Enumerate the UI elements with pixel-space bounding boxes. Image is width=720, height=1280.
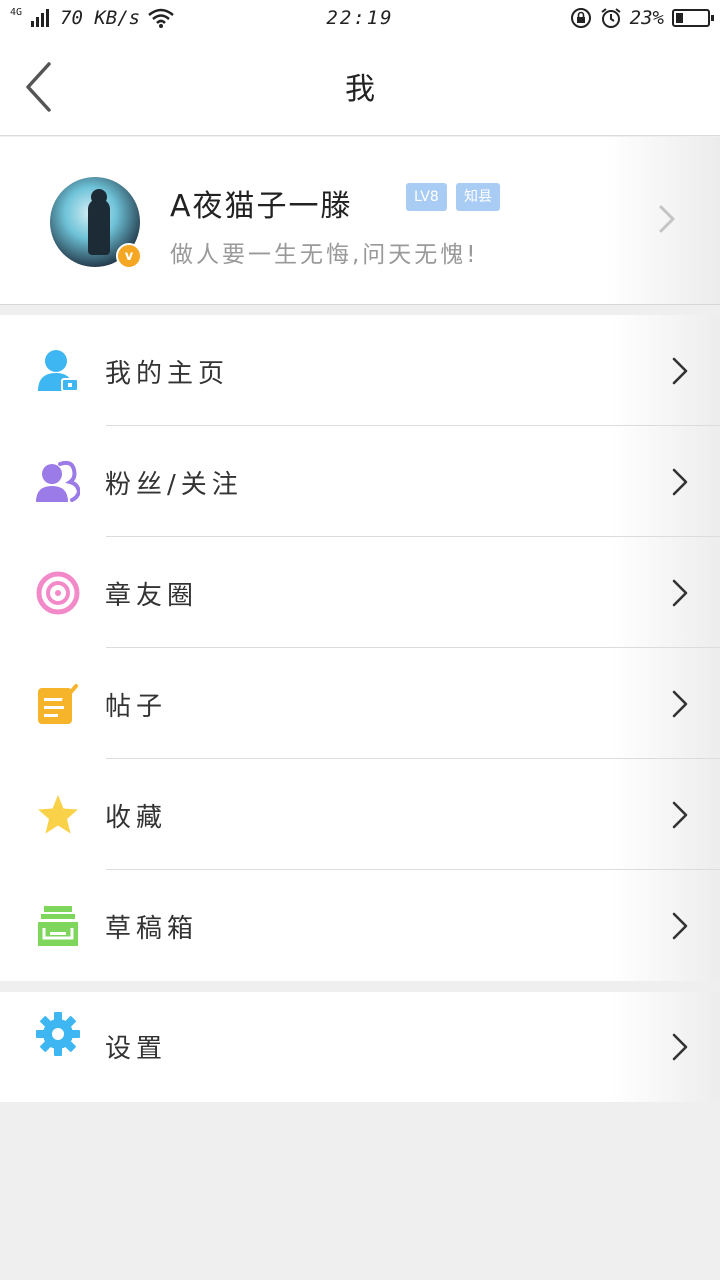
rank-badge: 知县 [456,183,500,211]
menu-item-drafts[interactable]: 草稿箱 [0,870,720,981]
chevron-right-icon [672,1033,688,1061]
settings-group: 设置 [0,992,720,1102]
menu-item-posts[interactable]: 帖子 [0,648,720,759]
menu-item-label: 草稿箱 [105,914,199,944]
chevron-right-icon [672,468,688,496]
chevron-right-icon [672,357,688,385]
gear-icon [36,1012,80,1056]
menu-item-label: 收藏 [105,803,168,833]
star-icon [38,795,78,834]
network-speed: 70 KB/s [60,7,141,29]
menu-item-label: 章友圈 [105,581,199,611]
menu-item-label: 设置 [105,1034,168,1064]
username: A夜猫子一滕 [170,189,353,224]
profile-icon [38,350,79,392]
status-bar: 4G 70 KB/s 22:19 23% [0,0,720,36]
menu-item-settings[interactable]: 设置 [0,992,720,1103]
nav-bar: 我 [0,36,720,136]
battery-percent: 23% [629,7,664,29]
signature: 做人要一生无悔,问天无愧! [170,242,479,268]
back-button[interactable] [18,60,58,114]
wifi-icon [148,8,174,28]
chevron-right-icon [672,579,688,607]
menu-item-homepage[interactable]: 我的主页 [0,315,720,426]
verified-badge: v [116,243,142,269]
clock: 22:19 [326,7,394,29]
chevron-right-icon [659,205,675,233]
menu-item-label: 我的主页 [105,359,230,389]
chevron-right-icon [672,690,688,718]
alarm-icon [601,8,621,28]
menu-item-fans-follow[interactable]: 粉丝/关注 [0,426,720,537]
menu-item-label: 粉丝/关注 [105,470,243,500]
fans-icon [36,460,80,502]
chevron-right-icon [672,912,688,940]
menu-item-label: 帖子 [105,692,168,722]
battery-icon [672,9,714,27]
circle-icon [36,571,80,615]
post-icon [38,684,78,724]
profile-card[interactable]: v A夜猫子一滕 LV8 知县 做人要一生无悔,问天无愧! [0,137,720,305]
back-arrow-icon [26,62,51,112]
menu-item-chapter-circle[interactable]: 章友圈 [0,537,720,648]
page-title: 我 [345,71,375,107]
signal-icon [31,9,50,27]
rotation-lock-icon [570,8,591,28]
drafts-icon [38,906,78,946]
chevron-right-icon [672,801,688,829]
level-badge: LV8 [406,183,447,211]
menu-list: 我的主页 粉丝/关注 章友圈 帖子 收藏 草稿箱 [0,315,720,981]
menu-item-favorites[interactable]: 收藏 [0,759,720,870]
network-type: 4G [10,6,23,18]
